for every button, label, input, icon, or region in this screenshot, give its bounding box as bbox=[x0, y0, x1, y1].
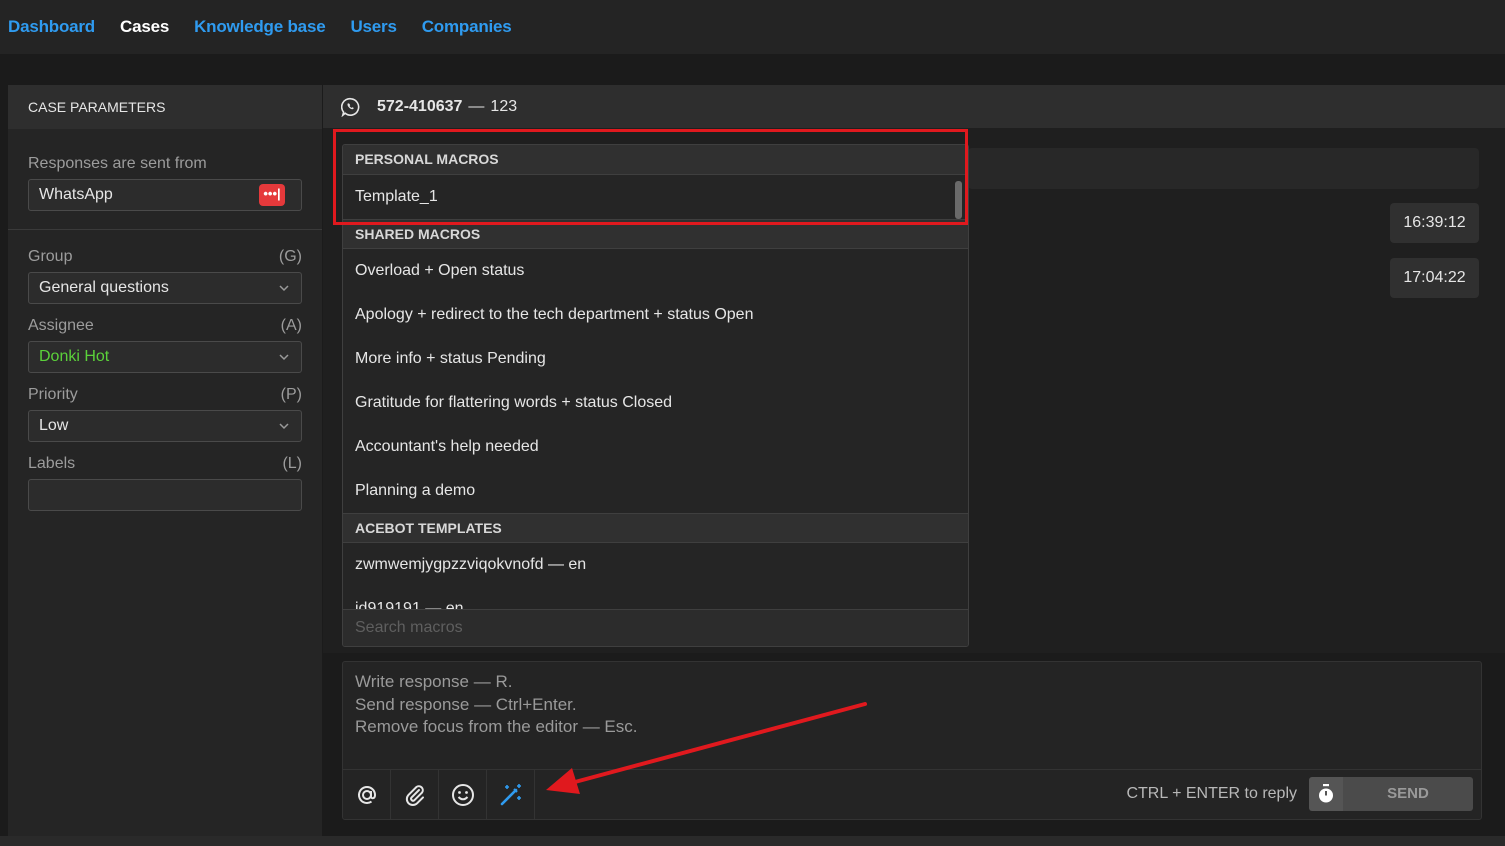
attach-button[interactable] bbox=[391, 770, 439, 819]
nav-cases[interactable]: Cases bbox=[120, 17, 169, 37]
chevron-down-icon bbox=[279, 423, 289, 430]
nav-companies[interactable]: Companies bbox=[422, 17, 512, 37]
macro-item[interactable]: Gratitude for flattering words + status … bbox=[343, 381, 968, 425]
group-value: General questions bbox=[39, 279, 169, 296]
smiley-icon bbox=[451, 783, 474, 806]
macro-item[interactable]: zwmwemjygpzzviqokvnofd — en bbox=[343, 543, 968, 587]
send-button[interactable]: SEND bbox=[1343, 777, 1473, 811]
assignee-value: Donki Hot bbox=[39, 348, 110, 365]
editor-hint-line: Send response — Ctrl+Enter. bbox=[355, 694, 577, 714]
assignee-select[interactable]: Donki Hot bbox=[28, 341, 302, 373]
bottom-bar bbox=[0, 836, 1505, 846]
magic-wand-icon bbox=[500, 783, 521, 805]
responses-label: Responses are sent from bbox=[28, 155, 207, 172]
case-subject: 123 bbox=[490, 97, 518, 115]
mention-button[interactable] bbox=[343, 770, 391, 819]
acebot-templates-title: ACEBOT TEMPLATES bbox=[343, 513, 968, 543]
assignee-label: Assignee (A) bbox=[28, 317, 302, 334]
case-separator: — bbox=[468, 97, 485, 115]
scrollbar-thumb[interactable] bbox=[955, 181, 962, 219]
group-shortcut: (G) bbox=[278, 248, 302, 265]
nav-dashboard[interactable]: Dashboard bbox=[8, 17, 95, 37]
message-strip bbox=[968, 148, 1479, 189]
editor-hint-line: Remove focus from the editor — Esc. bbox=[355, 717, 638, 736]
labels-input[interactable] bbox=[28, 479, 302, 511]
paperclip-icon bbox=[405, 784, 424, 806]
case-parameters-title: CASE PARAMETERS bbox=[8, 85, 322, 129]
macros-dropdown: PERSONAL MACROS Template_1 SHARED MACROS… bbox=[342, 144, 969, 647]
chevron-down-icon bbox=[279, 354, 289, 361]
group-label: Group (G) bbox=[28, 248, 302, 265]
response-editor[interactable]: Write response — R. Send response — Ctrl… bbox=[342, 661, 1482, 820]
personal-macros-title: PERSONAL MACROS bbox=[343, 145, 968, 175]
emoji-button[interactable] bbox=[439, 770, 487, 819]
editor-toolbar: CTRL + ENTER to reply SEND bbox=[343, 769, 1481, 819]
schedule-button[interactable] bbox=[1309, 777, 1343, 811]
labels-shortcut: (L) bbox=[282, 455, 302, 472]
macro-item[interactable]: Overload + Open status bbox=[343, 249, 968, 293]
case-parameters-panel: CASE PARAMETERS Responses are sent from … bbox=[8, 85, 322, 846]
macro-item[interactable]: Template_1 bbox=[343, 175, 968, 219]
macros-button[interactable] bbox=[487, 770, 535, 819]
priority-shortcut: (P) bbox=[280, 386, 302, 403]
top-navigation: Dashboard Cases Knowledge base Users Com… bbox=[0, 0, 1505, 54]
nav-users[interactable]: Users bbox=[350, 17, 396, 37]
shared-macros-title: SHARED MACROS bbox=[343, 219, 968, 249]
group-select[interactable]: General questions bbox=[28, 272, 302, 304]
editor-placeholder[interactable]: Write response — R. Send response — Ctrl… bbox=[343, 662, 1481, 748]
channel-more-icon[interactable]: •••| bbox=[259, 184, 285, 206]
macro-search-input[interactable]: Search macros bbox=[343, 609, 968, 646]
whatsapp-icon bbox=[341, 97, 360, 117]
responses-channel-select[interactable]: WhatsApp •••| bbox=[28, 179, 302, 211]
chevron-down-icon bbox=[279, 285, 289, 292]
macro-item[interactable]: More info + status Pending bbox=[343, 337, 968, 381]
macro-item[interactable]: id919191 — en bbox=[343, 587, 968, 611]
responses-channel-value: WhatsApp bbox=[39, 186, 113, 203]
priority-value: Low bbox=[39, 417, 69, 434]
case-header: 572-410637 — 123 bbox=[323, 85, 1505, 128]
case-id: 572-410637 bbox=[377, 97, 463, 115]
priority-select[interactable]: Low bbox=[28, 410, 302, 442]
labels-label: Labels (L) bbox=[28, 455, 302, 472]
message-time: 16:39:12 bbox=[1390, 203, 1479, 243]
macro-item[interactable]: Apology + redirect to the tech departmen… bbox=[343, 293, 968, 337]
divider bbox=[8, 229, 322, 230]
at-icon bbox=[357, 785, 376, 804]
macro-item[interactable]: Accountant's help needed bbox=[343, 425, 968, 469]
assignee-shortcut: (A) bbox=[280, 317, 302, 334]
message-time: 17:04:22 bbox=[1390, 258, 1479, 298]
reply-shortcut-hint: CTRL + ENTER to reply bbox=[1126, 785, 1297, 802]
stopwatch-icon bbox=[1319, 784, 1333, 803]
priority-label: Priority (P) bbox=[28, 386, 302, 403]
editor-hint-line: Write response — R. bbox=[355, 672, 513, 691]
macro-item[interactable]: Planning a demo bbox=[343, 469, 968, 513]
nav-knowledge-base[interactable]: Knowledge base bbox=[194, 17, 326, 37]
